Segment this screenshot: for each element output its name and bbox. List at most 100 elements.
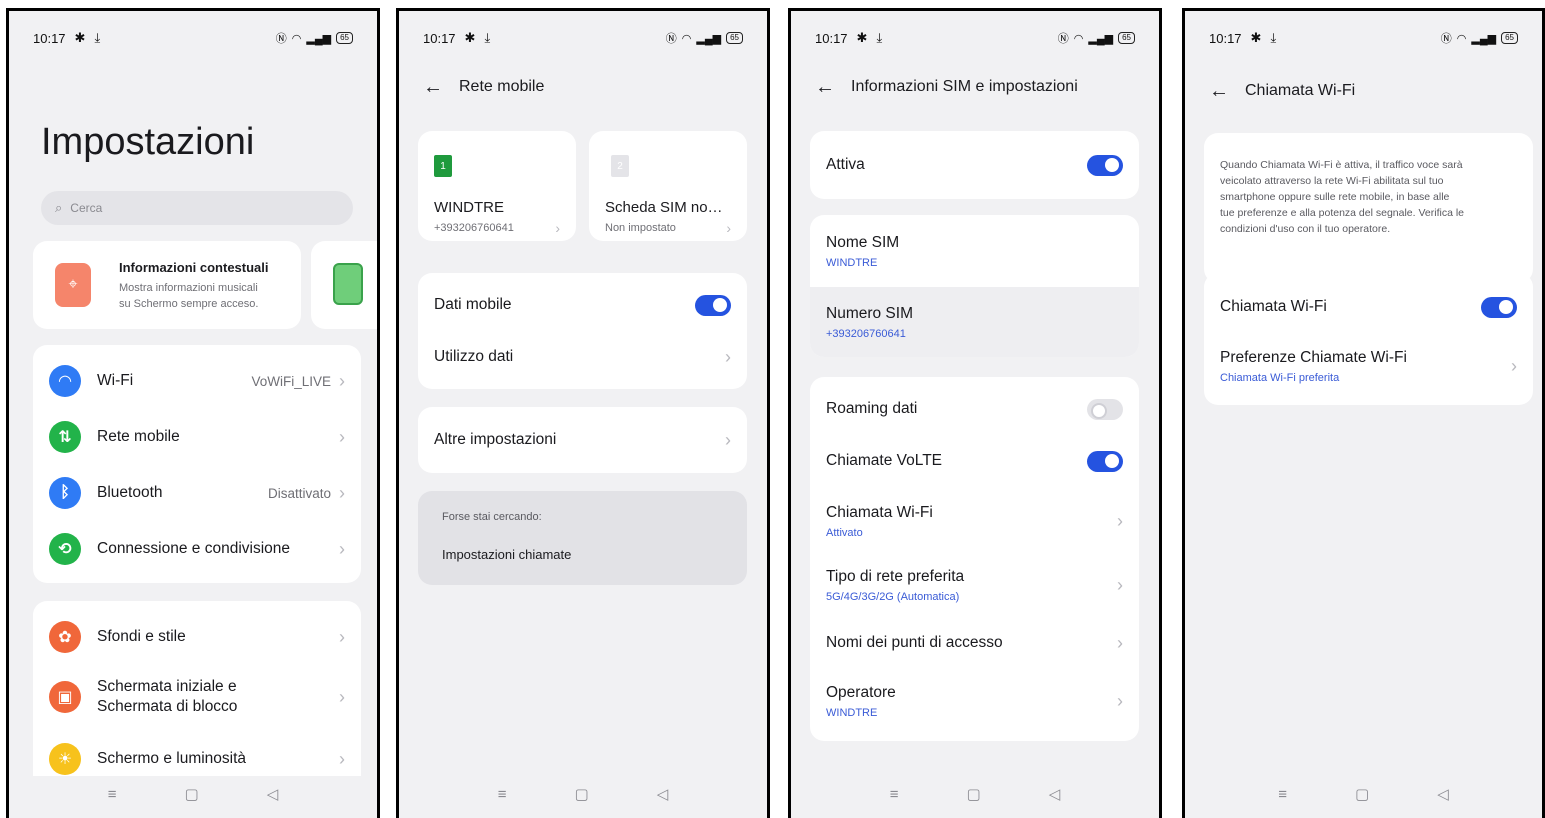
menu-icon[interactable]: ≡ <box>108 786 117 803</box>
contextual-info-banner[interactable]: ⌖ Informazioni contestuali Mostra inform… <box>33 241 301 329</box>
wifi-calling-preferences-row[interactable]: Preferenze Chiamate Wi-Fi Chiamata Wi-Fi… <box>1204 335 1533 397</box>
wifi-calling-value: Attivato <box>826 526 863 539</box>
roaming-toggle[interactable] <box>1087 398 1123 420</box>
menu-icon[interactable]: ≡ <box>890 786 899 803</box>
gear-icon: ✱ <box>856 30 868 45</box>
other-settings-card[interactable]: Altre impostazioni › <box>418 407 747 473</box>
banner-desc-2: su Schermo sempre acceso. <box>119 298 259 310</box>
wifi-icon: ◠ <box>291 32 302 45</box>
download-icon: ⤓ <box>94 30 101 45</box>
settings-item-bluetooth[interactable]: ᛒ Bluetooth Disattivato › <box>33 465 361 521</box>
operator-value: WINDTRE <box>826 706 878 719</box>
preferred-network-row[interactable]: Tipo di rete preferita 5G/4G/3G/2G (Auto… <box>810 553 1139 617</box>
sim1-card[interactable]: 1 WINDTRE +393206760641 › <box>418 131 576 241</box>
sim-settings-card: Roaming dati Chiamate VoLTE Chiamata Wi-… <box>810 377 1139 741</box>
home-icon[interactable]: ▢ <box>575 785 589 803</box>
nfc-icon: Ⓝ <box>1057 33 1069 45</box>
back-arrow-icon[interactable]: ← <box>1209 81 1229 101</box>
page-title: Informazioni SIM e impostazioni <box>851 78 1078 95</box>
signal-icon: ▂▄▆ <box>696 32 722 45</box>
info-line-1: Quando Chiamata Wi-Fi è attiva, il traff… <box>1220 159 1463 171</box>
chevron-right-icon: › <box>1117 575 1123 595</box>
roaming-row: Roaming dati <box>810 383 1139 435</box>
map-pin-icon: ⌖ <box>55 263 91 307</box>
operator-row[interactable]: Operatore WINDTRE › <box>810 669 1139 733</box>
status-bar: 10:17 ✱ ⤓ Ⓝ ◠ ▂▄▆ 65 <box>423 29 743 47</box>
system-nav-bar: ≡ ▢ ◁ <box>1185 784 1542 804</box>
chevron-right-icon: › <box>1117 511 1123 531</box>
mobile-data-icon: ⇅ <box>49 421 81 453</box>
system-nav-bar: ≡ ▢ ◁ <box>399 784 767 804</box>
chevron-right-icon: › <box>1511 356 1517 376</box>
phone-wifi-calling: 10:17 ✱ ⤓ Ⓝ ◠ ▂▄▆ 65 ← Chiamata Wi-Fi Quando … <box>1182 8 1545 818</box>
volte-toggle[interactable] <box>1087 450 1123 472</box>
back-icon[interactable]: ◁ <box>1049 785 1061 803</box>
search-input[interactable]: ⌕ Cerca <box>41 191 353 225</box>
volte-row: Chiamate VoLTE <box>810 435 1139 487</box>
settings-item-wifi[interactable]: ◠ Wi-Fi VoWiFi_LIVE › <box>33 353 361 409</box>
settings-item-home-lock-screen[interactable]: ▣ Schermata iniziale e Schermata di bloc… <box>33 669 361 725</box>
home-icon[interactable]: ▢ <box>185 785 199 803</box>
back-arrow-icon[interactable]: ← <box>423 77 443 97</box>
data-usage-row[interactable]: Utilizzo dati › <box>418 329 747 385</box>
settings-item-wallpaper-style[interactable]: ✿ Sfondi e stile › <box>33 609 361 665</box>
system-nav-bar: ≡ ▢ ◁ <box>9 776 377 818</box>
status-bar: 10:17 ✱ ⤓ Ⓝ ◠ ▂▄▆ 65 <box>1209 29 1518 47</box>
wifi-calling-settings-card: Chiamata Wi-Fi Preferenze Chiamate Wi-Fi… <box>1204 273 1533 405</box>
settings-item-label: Rete mobile <box>97 428 180 445</box>
battery-icon: 65 <box>726 32 743 44</box>
chevron-right-icon: › <box>339 749 345 769</box>
sim-name-row[interactable]: Nome SIM WINDTRE <box>810 215 1139 287</box>
wifi-network-value: VoWiFi_LIVE <box>251 373 331 389</box>
wifi-calling-label: Chiamata Wi-Fi <box>1220 298 1327 315</box>
home-icon[interactable]: ▢ <box>1355 785 1369 803</box>
chevron-right-icon: › <box>339 483 345 503</box>
chevron-right-icon: › <box>725 347 731 367</box>
settings-item-connection-sharing[interactable]: ⟲ Connessione e condivisione › <box>33 521 361 577</box>
settings-item-mobile-network[interactable]: ⇅ Rete mobile › <box>33 409 361 465</box>
nfc-icon: Ⓝ <box>275 33 287 45</box>
wifi-calling-label: Chiamata Wi-Fi <box>826 503 933 521</box>
banner-next-card[interactable] <box>311 241 377 329</box>
sim1-name: WINDTRE <box>434 199 504 216</box>
connection-sharing-icon: ⟲ <box>49 533 81 565</box>
wifi-calling-toggle[interactable] <box>1481 296 1517 318</box>
sim2-card[interactable]: 2 Scheda SIM no… Non impostato › <box>589 131 747 241</box>
page-title: Rete mobile <box>459 78 545 95</box>
wifi-calling-row[interactable]: Chiamata Wi-Fi Attivato › <box>810 489 1139 553</box>
sim-active-toggle[interactable] <box>1087 154 1123 176</box>
home-icon[interactable]: ▢ <box>967 785 981 803</box>
apn-row[interactable]: Nomi dei punti di accesso › <box>810 617 1139 669</box>
data-usage-label: Utilizzo dati <box>434 348 514 365</box>
status-time: 10:17 <box>815 30 848 46</box>
back-icon[interactable]: ◁ <box>267 785 279 803</box>
sim-number-row[interactable]: Numero SIM +393206760641 <box>810 287 1139 357</box>
back-icon[interactable]: ◁ <box>657 785 669 803</box>
info-line-5: condizioni d'uso con il tuo operatore. <box>1220 223 1391 235</box>
menu-icon[interactable]: ≡ <box>1278 786 1287 803</box>
bluetooth-status-value: Disattivato <box>267 485 331 501</box>
settings-item-label: Schermo e luminosità <box>97 750 247 767</box>
chevron-right-icon: › <box>1117 633 1123 653</box>
sim1-icon: 1 <box>434 155 452 177</box>
suggestion-item[interactable]: Impostazioni chiamate <box>442 547 571 562</box>
phone-settings-home: 10:17 ✱ ⤓ Ⓝ ◠ ▂▄▆ 65 Impostazioni ⌕ Cerca ⌖ I… <box>6 8 380 818</box>
mobile-data-toggle[interactable] <box>695 294 731 316</box>
battery-icon: 65 <box>1501 32 1518 44</box>
settings-item-label-line2: Schermata di blocco <box>97 698 238 715</box>
chevron-right-icon: › <box>339 627 345 647</box>
chevron-right-icon: › <box>726 220 731 236</box>
status-bar: 10:17 ✱ ⤓ Ⓝ ◠ ▂▄▆ 65 <box>33 29 353 47</box>
search-icon: ⌕ <box>55 200 63 215</box>
status-time: 10:17 <box>1209 30 1242 46</box>
settings-item-label-line1: Schermata iniziale e <box>97 678 237 695</box>
search-placeholder: Cerca <box>70 201 103 215</box>
back-arrow-icon[interactable]: ← <box>815 77 835 97</box>
page-title: Impostazioni <box>41 121 255 163</box>
info-line-3: smartphone oppure sulle rete mobile, in … <box>1220 191 1450 203</box>
gear-icon: ✱ <box>1250 30 1262 45</box>
menu-icon[interactable]: ≡ <box>498 786 507 803</box>
back-icon[interactable]: ◁ <box>1437 785 1449 803</box>
page-header: ← Chiamata Wi-Fi <box>1209 81 1355 101</box>
signal-icon: ▂▄▆ <box>1088 32 1114 45</box>
